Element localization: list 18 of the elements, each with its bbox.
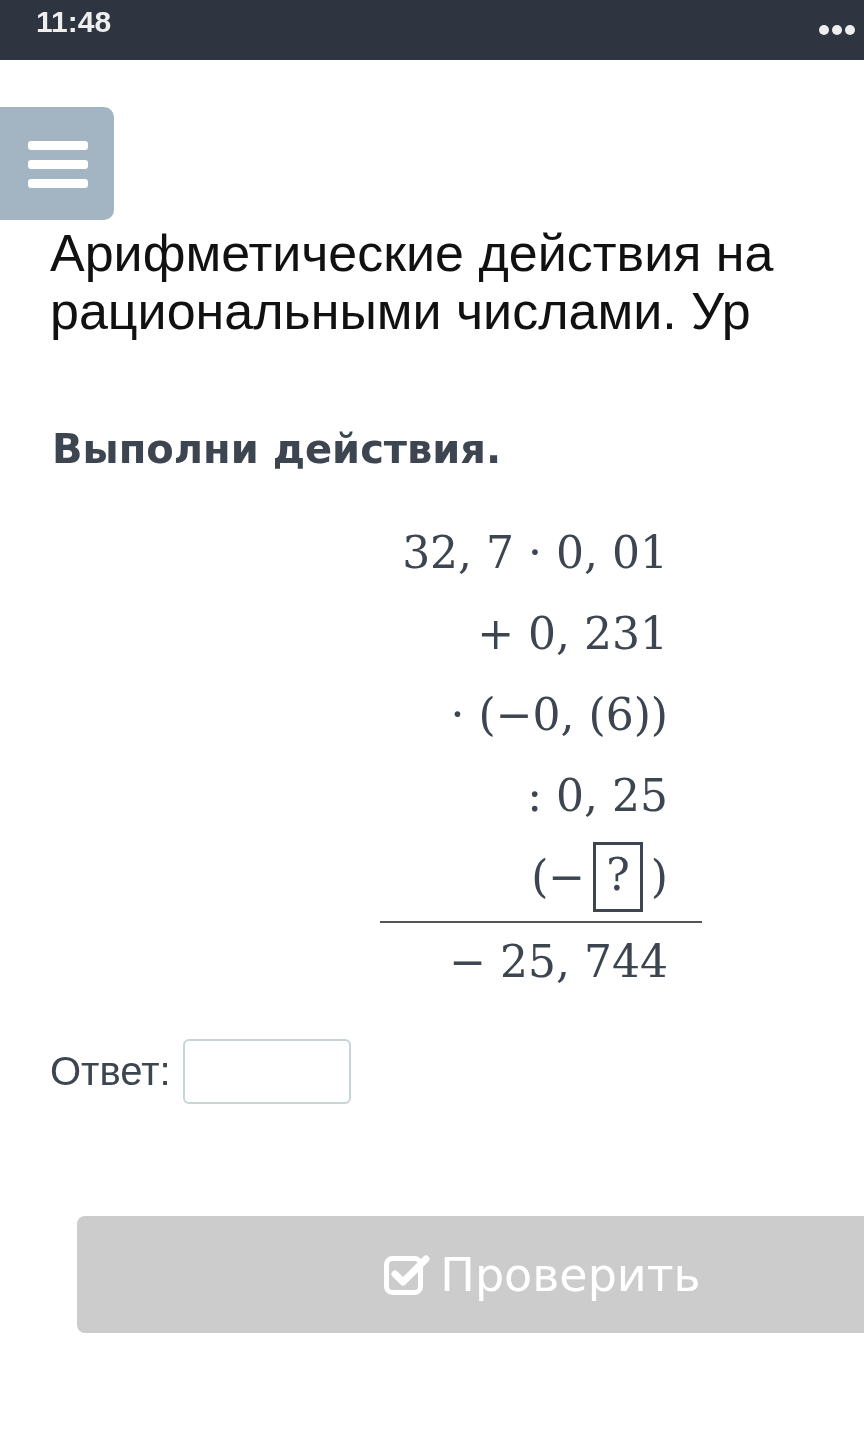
expression-result: − 25, 744	[449, 935, 668, 987]
page-title-line: рациональными числами. Ур	[50, 282, 751, 340]
menu-button[interactable]	[0, 107, 114, 220]
task-instruction: Выполни действия.	[52, 426, 502, 472]
expression-line: 32, 7 · 0, 01	[402, 527, 668, 578]
expression-bracket: )	[650, 851, 668, 902]
expression-line: + 0, 231	[477, 608, 668, 659]
missing-number-box: ?	[593, 841, 643, 912]
expression-line: : 0, 25	[527, 770, 668, 821]
expression-line: · (−0, (6))	[450, 689, 668, 740]
menu-icon	[28, 138, 88, 189]
answer-field[interactable]	[182, 1039, 351, 1104]
status-time: 11:48	[36, 5, 112, 39]
answer-label: Ответ:	[50, 1049, 171, 1094]
checkbox-icon	[384, 1253, 431, 1296]
more-dots-icon	[818, 23, 858, 37]
expression-bracket: (−	[531, 851, 586, 902]
page-title-line: Арифметические действия на	[50, 224, 774, 282]
